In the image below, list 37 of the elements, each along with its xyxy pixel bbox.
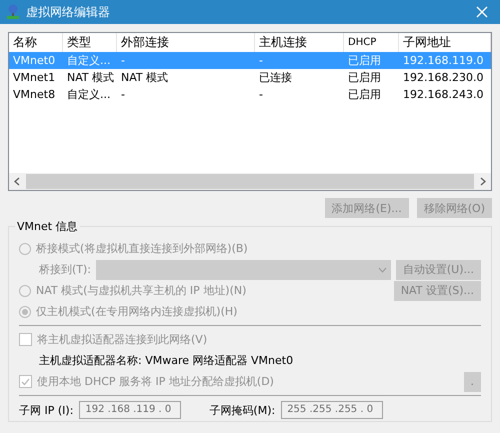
- dropdown-label: 桥接到(T):: [39, 262, 92, 277]
- table-cell-text: NAT 模式: [66, 70, 116, 86]
- table-cell-text: 192.168.119.0: [402, 53, 484, 69]
- group-title: VMnet 信息: [15, 219, 80, 234]
- radio-label: 仅主机模式(在专用网络内连接虚拟机)(H): [36, 304, 238, 319]
- table-cell-text: 已启用: [347, 53, 382, 69]
- adapter-name-text: 主机虚拟适配器名称: VMware 网络适配器 VMnet0: [39, 353, 294, 368]
- table-cell-text: 自定义...: [66, 53, 112, 69]
- table-cell-text: VMnet1: [12, 70, 56, 86]
- radio-label: NAT 模式(与虚拟机共享主机的 IP 地址)(N): [36, 283, 246, 298]
- table-cell-text: 已连接: [258, 70, 293, 86]
- network-icon: [6, 4, 20, 20]
- table-cell-text: -: [258, 87, 264, 103]
- field-label: 子网掩码(M):: [209, 402, 276, 418]
- table-cell-text: -: [258, 53, 264, 69]
- table-cell-text: -: [120, 53, 126, 69]
- table-row[interactable]: VMnet8 自定义... - - 已启用 192.168.243.0: [9, 86, 491, 103]
- table-cell-text: VMnet8: [12, 87, 56, 103]
- table-cell-text: 192.168.243.0: [402, 87, 484, 103]
- radio-label: 桥接模式(将虚拟机直接连接到外部网络)(B): [36, 241, 248, 256]
- table-cell-text: VMnet0: [12, 53, 56, 69]
- table-row[interactable]: VMnet1 NAT 模式 NAT 模式 已连接 已启用 192.168.230.0: [9, 69, 491, 86]
- checkbox-label: 将主机虚拟适配器连接到此网络(V): [37, 332, 208, 347]
- ip-address-field[interactable]: 192 .168 .119 . 0: [79, 401, 182, 419]
- checkbox-label: 使用本地 DHCP 服务将 IP 地址分配给虚拟机(D): [37, 374, 274, 389]
- window-title: 虚拟网络编辑器: [26, 4, 111, 20]
- table-cell-text: 已启用: [347, 87, 382, 103]
- table-cell-text: 192.168.230.0: [402, 70, 484, 86]
- table-cell-text: 已启用: [347, 70, 382, 86]
- chevron-down-icon: [378, 266, 387, 272]
- horizontal-scrollbar[interactable]: [9, 173, 491, 190]
- table-cell-text: -: [120, 87, 126, 103]
- close-icon[interactable]: [476, 6, 488, 18]
- ip-address-field[interactable]: 255 .255 .255 . 0: [281, 401, 384, 419]
- field-label: 子网 IP (I):: [19, 402, 74, 418]
- table-cell-text: 自定义...: [66, 87, 112, 103]
- table-cell-text: NAT 模式: [120, 70, 170, 86]
